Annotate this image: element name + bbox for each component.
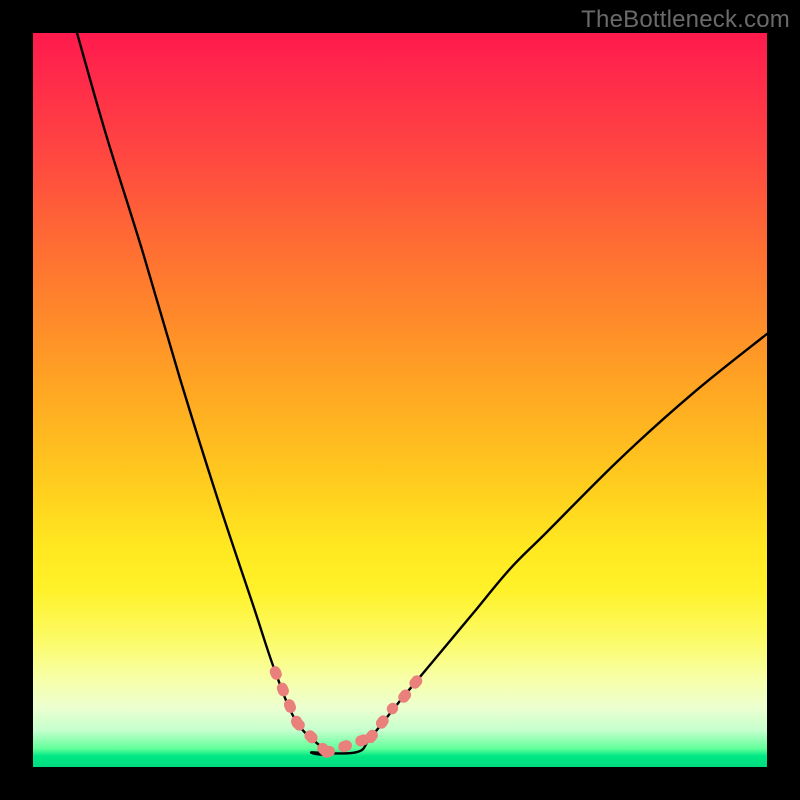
curve-group	[77, 33, 767, 755]
plot-area	[33, 33, 767, 767]
watermark-text: TheBottleneck.com	[581, 6, 790, 34]
dash-markers-group	[275, 672, 418, 753]
dash-segment-3	[371, 708, 393, 737]
dash-segment-1	[297, 723, 326, 752]
bottleneck-curve-path	[77, 33, 767, 755]
dash-segment-2	[327, 738, 371, 753]
outer-frame: TheBottleneck.com	[0, 0, 800, 800]
bottleneck-curve-svg	[33, 33, 767, 767]
